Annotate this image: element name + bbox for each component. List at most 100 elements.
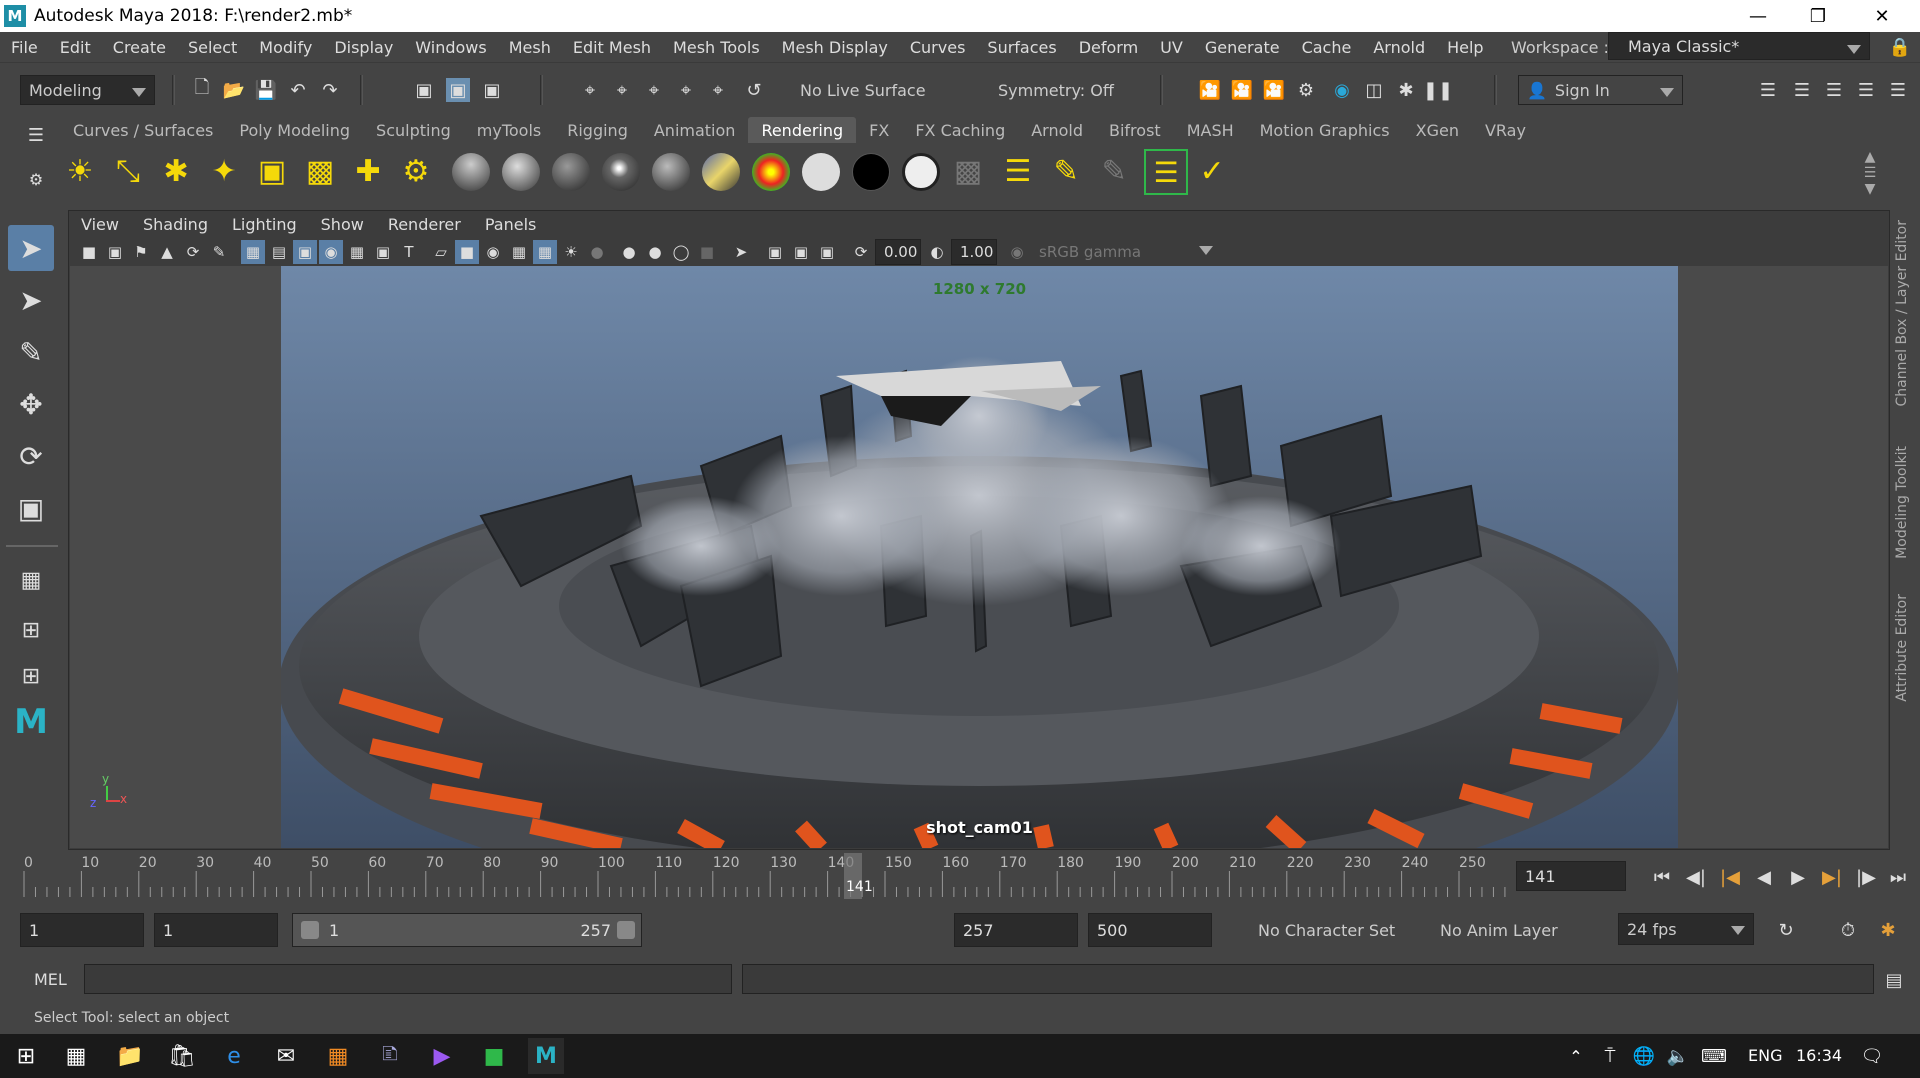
menu-windows[interactable]: Windows bbox=[404, 38, 497, 57]
render-view-icon[interactable]: 🎦 bbox=[1198, 78, 1222, 102]
tray-chevron-icon[interactable]: ⌃ bbox=[1562, 1042, 1590, 1070]
windows-start-icon[interactable]: ⊞ bbox=[12, 1042, 40, 1070]
menu-generate[interactable]: Generate bbox=[1194, 38, 1291, 57]
shelf-tab-rigging[interactable]: Rigging bbox=[554, 117, 641, 143]
rotate-tool-icon[interactable]: ⟳ bbox=[8, 433, 54, 479]
exposure-icon[interactable]: ⟳ bbox=[849, 240, 873, 264]
shelf-tab-vray[interactable]: VRay bbox=[1472, 117, 1539, 143]
ramp-shader-icon[interactable] bbox=[752, 153, 790, 191]
safe-action-icon[interactable]: ▣ bbox=[371, 240, 395, 264]
textured-icon[interactable]: ▦ bbox=[507, 240, 531, 264]
app-tiles-icon[interactable]: ▦ bbox=[324, 1042, 352, 1070]
playback-end-field[interactable]: 257 bbox=[954, 913, 1078, 947]
shading-map-icon[interactable] bbox=[902, 153, 940, 191]
gate-mask-icon[interactable]: ◉ bbox=[319, 240, 343, 264]
panel-menu-shading[interactable]: Shading bbox=[131, 215, 220, 234]
volume-light-icon[interactable]: ▩ bbox=[306, 154, 334, 189]
render-setup-icon[interactable]: ◫ bbox=[1362, 78, 1386, 102]
shelf-scroll-down-icon[interactable]: ▼ bbox=[1858, 177, 1882, 201]
point-light-icon[interactable]: ✱ bbox=[163, 154, 188, 189]
play-backward-icon[interactable]: ◀ bbox=[1752, 865, 1776, 889]
shelf-tab-animation[interactable]: Animation bbox=[641, 117, 749, 143]
attribute-editor-tab[interactable]: Attribute Editor bbox=[1894, 594, 1910, 702]
shelf-tab-fx[interactable]: FX bbox=[856, 117, 902, 143]
end-time-field[interactable]: 500 bbox=[1088, 913, 1212, 947]
notifications-icon[interactable]: 🗨 bbox=[1858, 1042, 1886, 1070]
current-frame-field[interactable]: 141 bbox=[1516, 861, 1626, 891]
undo-icon[interactable]: ↶ bbox=[286, 78, 310, 102]
lambert-sphere-icon[interactable] bbox=[502, 153, 540, 191]
lasso-tool-icon[interactable]: ➤ bbox=[8, 277, 54, 323]
mail-icon[interactable]: ✉ bbox=[272, 1042, 300, 1070]
film-gate-icon[interactable]: ▤ bbox=[267, 240, 291, 264]
material-assign-icon[interactable]: ✎ bbox=[1053, 154, 1078, 189]
keyboard-icon[interactable]: ⌨ bbox=[1700, 1042, 1728, 1070]
shelf-tab-mytools[interactable]: myTools bbox=[464, 117, 554, 143]
snap-live-icon[interactable]: ↺ bbox=[742, 78, 766, 102]
directional-light-icon[interactable]: ⤡ bbox=[116, 154, 140, 189]
smooth-shade-icon[interactable]: ■ bbox=[455, 240, 479, 264]
wireframe-on-shaded-icon[interactable]: ◉ bbox=[481, 240, 505, 264]
character-set-dropdown[interactable]: No Character Set bbox=[1232, 915, 1410, 945]
select-components-icon[interactable]: ▣ bbox=[480, 78, 504, 102]
shelf-tab-poly-modeling[interactable]: Poly Modeling bbox=[226, 117, 363, 143]
go-to-start-icon[interactable]: ⏮ bbox=[1650, 865, 1674, 889]
select-hierarchy-icon[interactable]: ▣ bbox=[412, 78, 436, 102]
menu-help[interactable]: Help bbox=[1436, 38, 1494, 57]
channel-box-icon[interactable]: ☰ bbox=[1854, 78, 1878, 102]
modeling-toolkit-icon[interactable]: ☰ bbox=[1756, 78, 1780, 102]
menu-mesh[interactable]: Mesh bbox=[498, 38, 562, 57]
frame-all-icon[interactable]: ▣ bbox=[815, 240, 839, 264]
snap-curve-icon[interactable]: ⌖ bbox=[610, 78, 634, 102]
redo-icon[interactable]: ↷ bbox=[318, 78, 342, 102]
time-ruler[interactable]: 0 10 20 30 40 50 60 70 80 90 100 110 120 130 140 150 160… bbox=[20, 853, 1510, 899]
select-objects-icon[interactable]: ▣ bbox=[446, 78, 470, 102]
view-transform-dropdown[interactable]: sRGB gamma bbox=[1031, 239, 1221, 265]
shelf-tab-sculpting[interactable]: Sculpting bbox=[363, 117, 464, 143]
layer-editor-icon[interactable]: ☰ bbox=[1886, 78, 1910, 102]
time-slider[interactable]: 0 10 20 30 40 50 60 70 80 90 100 110 120 130 140 150 160… bbox=[0, 853, 1920, 903]
camera-attributes-icon[interactable]: ▣ bbox=[103, 240, 127, 264]
select-tool-icon[interactable]: ➤ bbox=[8, 225, 54, 271]
grease-pencil-icon[interactable]: ✎ bbox=[207, 240, 231, 264]
notepad-icon[interactable]: 🗈 bbox=[376, 1042, 404, 1070]
render-check-icon[interactable]: ✓ bbox=[1199, 154, 1224, 189]
render-layer-icon[interactable]: ☰ bbox=[1005, 154, 1032, 189]
open-scene-icon[interactable]: 📂 bbox=[222, 78, 246, 102]
xray-components-icon[interactable]: ▣ bbox=[789, 240, 813, 264]
shelf-tab-rendering[interactable]: Rendering bbox=[748, 117, 857, 143]
menu-create[interactable]: Create bbox=[102, 38, 177, 57]
depth-of-field-icon[interactable]: ◯ bbox=[669, 240, 693, 264]
maya-taskbar-icon[interactable]: M bbox=[528, 1038, 564, 1074]
multisample-icon[interactable]: ● bbox=[643, 240, 667, 264]
use-background-icon[interactable] bbox=[852, 153, 890, 191]
phonge-sphere-icon[interactable] bbox=[602, 153, 640, 191]
snap-view-plane-icon[interactable]: ⌖ bbox=[706, 78, 730, 102]
anisotropic-sphere-icon[interactable] bbox=[652, 153, 690, 191]
shelf-tab-curves-surfaces[interactable]: Curves / Surfaces bbox=[60, 117, 226, 143]
motion-blur-icon[interactable]: ● bbox=[617, 240, 641, 264]
step-back-frame-icon[interactable]: |◀ bbox=[1718, 865, 1742, 889]
edge-icon[interactable]: e bbox=[220, 1042, 248, 1070]
use-all-lights-icon[interactable]: ▦ bbox=[533, 240, 557, 264]
menu-mesh-tools[interactable]: Mesh Tools bbox=[662, 38, 771, 57]
pause-viewport-icon[interactable]: ❚❚ bbox=[1423, 78, 1453, 102]
command-language-label[interactable]: MEL bbox=[34, 970, 67, 989]
step-back-key-icon[interactable]: ◀| bbox=[1684, 865, 1708, 889]
four-view-layout-icon[interactable]: ⊞ bbox=[8, 607, 54, 653]
batch-render-disabled-icon[interactable]: ▩ bbox=[954, 154, 982, 189]
network-icon[interactable]: ⍑ bbox=[1596, 1042, 1624, 1070]
field-chart-icon[interactable]: ▦ bbox=[345, 240, 369, 264]
render-script-icon[interactable]: ☰ bbox=[1144, 149, 1188, 195]
render-settings-icon[interactable]: ⚙ bbox=[1294, 78, 1318, 102]
auto-key-icon[interactable]: ⏱ bbox=[1836, 918, 1860, 942]
area-light-icon[interactable]: ▣ bbox=[258, 154, 286, 189]
anim-layer-dropdown[interactable]: No Anim Layer bbox=[1414, 915, 1592, 945]
range-end-handle[interactable] bbox=[617, 921, 635, 939]
menu-deform[interactable]: Deform bbox=[1068, 38, 1149, 57]
restore-icon[interactable]: ❐ bbox=[1788, 0, 1848, 32]
menu-uv[interactable]: UV bbox=[1149, 38, 1194, 57]
panel-menu-lighting[interactable]: Lighting bbox=[220, 215, 309, 234]
store-icon[interactable]: 🛍 bbox=[168, 1042, 196, 1070]
loop-icon[interactable]: ↻ bbox=[1774, 918, 1798, 942]
